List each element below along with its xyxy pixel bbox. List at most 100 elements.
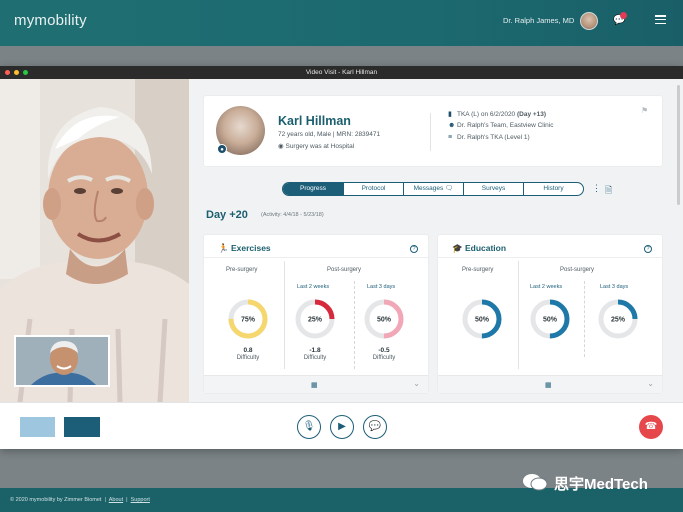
patient-tabs: Progress Protocol Messages 🗨 Surveys His… xyxy=(282,182,584,196)
gauge-percent: 25% xyxy=(308,317,323,324)
video-visit-window: Video Visit - Karl Hillman ● Karl Hillma… xyxy=(0,66,683,449)
patient-status-icon: ● xyxy=(217,144,227,154)
clipboard-icon: ▮ xyxy=(448,111,452,118)
patient-name: Karl Hillman xyxy=(278,114,351,128)
microphone-button[interactable]: 🎙 xyxy=(297,415,321,439)
divider xyxy=(518,261,519,369)
flag-icon[interactable]: ⚑ xyxy=(641,106,648,115)
difficulty-value: -0.5 xyxy=(378,347,390,354)
tab-surveys[interactable]: Surveys xyxy=(463,183,523,195)
video-camera-icon: ▶ xyxy=(338,421,346,432)
procedure-day: (Day +13) xyxy=(516,111,547,118)
gauge-percent: 50% xyxy=(377,317,392,324)
difficulty-value: -1.8 xyxy=(309,347,321,354)
layout-single-icon[interactable] xyxy=(20,417,55,437)
tab-history[interactable]: History xyxy=(523,183,583,195)
more-options-icon[interactable]: ⋮ xyxy=(592,183,601,194)
watermark: 思宇MedTech xyxy=(522,473,683,495)
list-icon: ≡ xyxy=(448,134,453,141)
maximize-window-icon[interactable] xyxy=(23,70,28,75)
card-footer: ▦ ⌄ xyxy=(204,375,428,393)
notification-badge xyxy=(620,12,627,19)
microphone-icon: 🎙 xyxy=(302,421,316,432)
post-surgery-label: Post-surgery xyxy=(327,267,362,273)
difficulty-label: Difficulty xyxy=(372,355,396,361)
protocol-line: ≡ Dr. Ralph's TKA (Level 1) xyxy=(448,134,530,141)
donut-gauge: 50% xyxy=(462,299,502,339)
hang-up-phone-icon: ☎ xyxy=(644,421,658,432)
layout-split-icon[interactable] xyxy=(64,417,100,437)
procedure-text: TKA (L) on 6/2/2020 xyxy=(457,111,517,118)
donut-gauge: 25% xyxy=(295,299,335,339)
tab-progress[interactable]: Progress xyxy=(283,183,343,195)
exercises-header: 🏃 Exercises xyxy=(218,243,271,254)
self-view-video[interactable] xyxy=(14,335,110,387)
day-label: Day +20 xyxy=(206,209,248,221)
divider xyxy=(584,281,585,357)
donut-gauge: 50% xyxy=(530,299,570,339)
app-header: mymobility Dr. Ralph James, MD 💬 xyxy=(0,0,683,46)
education-title: Education xyxy=(464,243,507,253)
activity-range: (Activity: 4/4/18 - 5/23/18) xyxy=(261,212,324,218)
education-gauge-3d: 25% xyxy=(596,297,640,341)
patient-video-feed xyxy=(0,79,189,402)
last-3-days-label: Last 3 days xyxy=(367,284,396,290)
tab-protocol[interactable]: Protocol xyxy=(343,183,403,195)
patient-location-text: Surgery was at Hospital xyxy=(285,143,355,150)
doctor-name[interactable]: Dr. Ralph James, MD xyxy=(503,16,574,25)
donut-gauge: 25% xyxy=(598,299,638,339)
chevron-down-icon[interactable]: ⌄ xyxy=(413,379,420,388)
message-bubble-icon: 🗨 xyxy=(445,185,454,192)
gauge-percent: 50% xyxy=(475,317,490,324)
exercise-gauge-pre: 75% xyxy=(226,297,270,341)
card-footer: ▦ ⌄ xyxy=(438,375,662,393)
last-2-weeks-label: Last 2 weeks xyxy=(297,284,330,290)
chevron-down-icon[interactable]: ⌄ xyxy=(647,379,654,388)
minimize-window-icon[interactable] xyxy=(14,70,19,75)
copyright-text: © 2020 mymobility by Zimmer Biomet xyxy=(10,497,102,503)
divider xyxy=(354,281,355,369)
app-logo[interactable]: mymobility xyxy=(14,12,87,29)
end-call-button[interactable]: ☎ xyxy=(639,415,663,439)
hamburger-menu-icon[interactable] xyxy=(655,15,666,25)
help-icon[interactable]: ? xyxy=(410,245,418,253)
gauge-percent: 50% xyxy=(543,317,558,324)
about-link[interactable]: About xyxy=(109,497,123,503)
window-title: Video Visit - Karl Hillman xyxy=(305,69,378,76)
document-icon[interactable]: 🗎 xyxy=(605,183,612,199)
wechat-icon xyxy=(523,474,548,491)
pre-surgery-label: Pre-surgery xyxy=(462,267,494,273)
last-3-days-label: Last 3 days xyxy=(600,284,629,290)
difficulty-label: Difficulty xyxy=(303,355,327,361)
table-view-icon[interactable]: ▦ xyxy=(545,381,552,389)
exercises-card: 🏃 Exercises ? Pre-surgery Post-surgery L… xyxy=(204,235,428,393)
team-icon: ☻ xyxy=(448,122,456,129)
divider xyxy=(284,261,285,369)
scrollbar[interactable] xyxy=(677,85,680,205)
tab-messages[interactable]: Messages 🗨 xyxy=(403,183,463,195)
education-header: 🎓 Education xyxy=(452,243,506,254)
tab-messages-label: Messages xyxy=(413,185,444,192)
donut-gauge: 50% xyxy=(364,299,404,339)
pre-surgery-label: Pre-surgery xyxy=(226,267,258,273)
donut-gauge: 75% xyxy=(228,299,268,339)
window-titlebar: Video Visit - Karl Hillman xyxy=(0,66,683,79)
doctor-avatar[interactable] xyxy=(580,12,598,30)
chat-bubble-icon: 💬 xyxy=(368,421,382,432)
procedure-line: ▮ TKA (L) on 6/2/2020 (Day +13) xyxy=(448,110,546,118)
difficulty-value: 0.8 xyxy=(243,347,253,354)
divider xyxy=(438,257,662,258)
close-window-icon[interactable] xyxy=(5,70,10,75)
chat-button[interactable]: 💬 xyxy=(363,415,387,439)
camera-button[interactable]: ▶ xyxy=(330,415,354,439)
difficulty-label: Difficulty xyxy=(236,355,260,361)
support-link[interactable]: Support xyxy=(131,497,150,503)
footer-text: © 2020 mymobility by Zimmer Biomet | Abo… xyxy=(10,497,150,503)
education-gauge-2w: 50% xyxy=(528,297,572,341)
graduation-cap-icon: 🎓 xyxy=(452,243,465,253)
table-view-icon[interactable]: ▦ xyxy=(311,381,318,389)
help-icon[interactable]: ? xyxy=(644,245,652,253)
divider xyxy=(430,113,431,151)
protocol-text: Dr. Ralph's TKA (Level 1) xyxy=(457,134,530,141)
call-controls-bar: 🎙 ▶ 💬 ☎ xyxy=(0,402,683,449)
